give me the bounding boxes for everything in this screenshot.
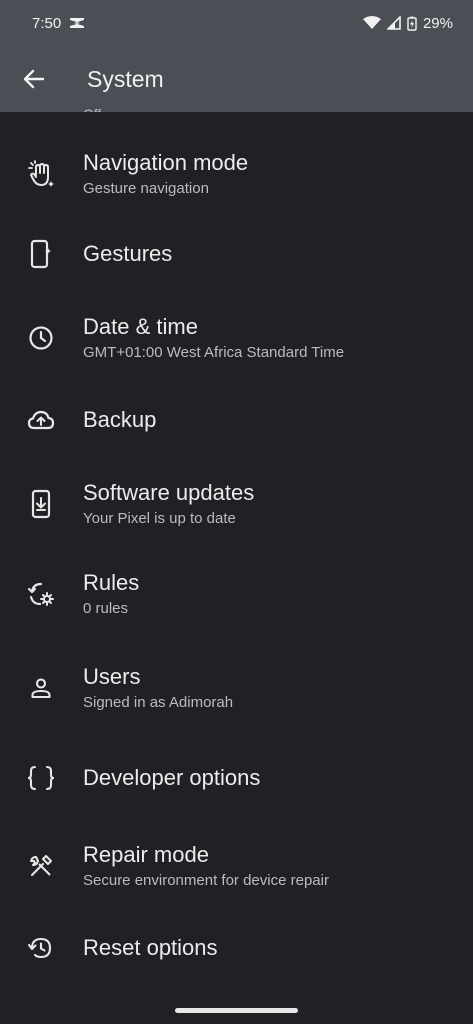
history-icon xyxy=(26,933,56,963)
status-bar: 7:50 29% xyxy=(0,0,473,46)
braces-icon xyxy=(26,763,56,793)
wifi-icon xyxy=(362,16,381,30)
cellular-signal-icon xyxy=(386,16,401,30)
setting-label: Users xyxy=(83,663,141,689)
repair-tools-icon xyxy=(26,851,56,881)
setting-label: Software updates xyxy=(83,479,255,505)
setting-label: Date & time xyxy=(83,313,198,339)
setting-summary: GMT+01:00 West Africa Standard Time xyxy=(83,343,345,361)
setting-summary: Secure environment for device repair xyxy=(83,871,329,889)
page-title: System xyxy=(87,65,164,92)
clock-icon xyxy=(26,323,56,353)
cloud-upload-icon xyxy=(26,405,56,435)
setting-label: Gestures xyxy=(83,241,173,266)
battery-charging-icon xyxy=(407,16,417,31)
person-icon xyxy=(26,673,56,703)
rules-icon xyxy=(26,579,56,609)
partial-item-subtitle: Off xyxy=(83,100,101,112)
capcut-notification-icon xyxy=(69,16,85,30)
setting-summary: Your Pixel is up to date xyxy=(83,509,236,527)
setting-summary: Gesture navigation xyxy=(83,179,209,197)
setting-label: Backup xyxy=(83,407,157,432)
setting-label: Rules xyxy=(83,569,140,595)
back-button[interactable] xyxy=(18,63,50,95)
gesture-navigation-handle[interactable] xyxy=(175,1008,298,1013)
system-update-icon xyxy=(26,489,56,519)
status-time: 7:50 xyxy=(32,14,62,32)
setting-label: Navigation mode xyxy=(83,149,249,175)
setting-label: Repair mode xyxy=(83,841,209,867)
arrow-back-icon xyxy=(23,69,45,89)
gesture-hand-icon xyxy=(26,159,56,189)
setting-label: Reset options xyxy=(83,935,218,960)
setting-summary: 0 rules xyxy=(83,599,129,617)
app-bar: System xyxy=(0,46,473,112)
setting-summary: Signed in as Adimorah xyxy=(83,693,234,711)
battery-percent: 29% xyxy=(422,14,453,32)
setting-label: Developer options xyxy=(83,765,261,790)
phone-gesture-icon xyxy=(26,239,56,269)
